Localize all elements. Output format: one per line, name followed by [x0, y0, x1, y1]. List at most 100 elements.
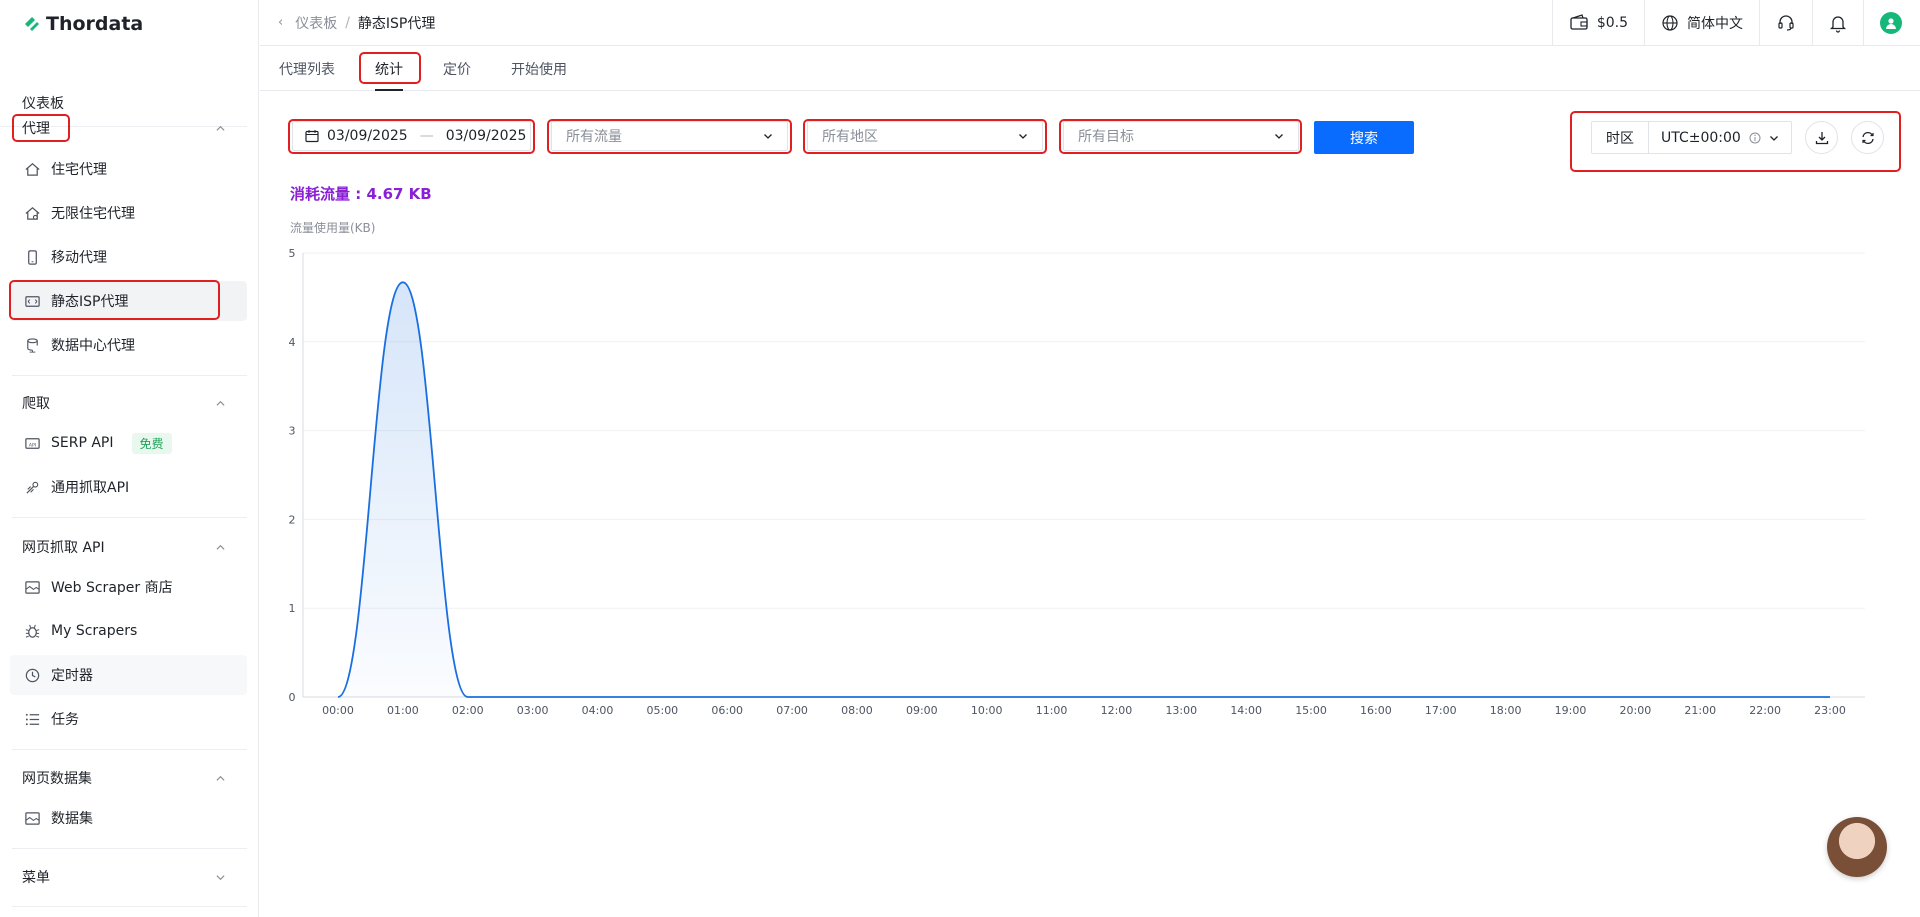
group-title: 爬取 — [22, 396, 50, 412]
divider — [12, 906, 247, 907]
language-label: 简体中文 — [1687, 16, 1743, 32]
x-tick-label: 20:00 — [1620, 704, 1652, 717]
chevron-down-icon — [1275, 134, 1283, 139]
api-icon: API — [25, 437, 40, 449]
target-select-placeholder: 所有目标 — [1078, 129, 1134, 145]
info-icon[interactable] — [1749, 132, 1761, 144]
x-tick-label: 14:00 — [1230, 704, 1262, 717]
x-tick-label: 05:00 — [646, 704, 678, 717]
date-range-picker[interactable]: 03/09/2025 — 03/09/2025 — [292, 121, 531, 151]
traffic-select-placeholder: 所有流量 — [566, 129, 622, 145]
sidebar-group-web-scraper[interactable]: 网页抓取 API — [0, 527, 247, 567]
sidebar-group-datasets[interactable]: 网页数据集 — [0, 758, 247, 798]
top-header: ‹ 仪表板 / 静态ISP代理 $0.5 简体中文 — [260, 0, 1920, 46]
group-title: 网页数据集 — [22, 771, 92, 787]
bell-icon — [1829, 16, 1847, 33]
sidebar-item-label: 数据集 — [51, 811, 93, 827]
x-tick-label: 01:00 — [387, 704, 419, 717]
x-tick-label: 12:00 — [1101, 704, 1133, 717]
breadcrumb-link-dashboard[interactable]: 仪表板 — [295, 13, 337, 33]
x-tick-label: 00:00 — [322, 704, 354, 717]
headset-icon — [1778, 15, 1794, 31]
user-icon — [1886, 18, 1896, 29]
refresh-button[interactable] — [1851, 121, 1884, 154]
sidebar-item-serp-api[interactable]: API SERP API 免费 — [10, 423, 247, 463]
breadcrumb-current: 静态ISP代理 — [357, 15, 436, 32]
date-separator: — — [419, 128, 434, 144]
x-tick-label: 15:00 — [1295, 704, 1327, 717]
wallet-icon — [1570, 14, 1588, 30]
sidebar-item-web-scraper-store[interactable]: Web Scraper 商店 — [10, 567, 247, 607]
y-tick-label: 5 — [289, 247, 296, 260]
isp-icon — [25, 295, 40, 307]
server-icon — [27, 337, 38, 353]
thordata-logo-icon — [25, 16, 39, 31]
support-button[interactable] — [1759, 0, 1812, 46]
x-tick-label: 03:00 — [517, 704, 549, 717]
back-chevron-icon[interactable]: ‹ — [278, 15, 283, 30]
x-tick-label: 07:00 — [776, 704, 808, 717]
date-end: 03/09/2025 — [445, 128, 527, 144]
sidebar-group-menu[interactable]: 菜单 — [0, 857, 247, 897]
sidebar-item-label: 住宅代理 — [51, 162, 107, 178]
header-actions: $0.5 简体中文 — [1551, 0, 1920, 46]
sidebar-item-residential-proxy[interactable]: 住宅代理 — [10, 149, 247, 189]
x-tick-label: 06:00 — [711, 704, 743, 717]
tab-pricing[interactable]: 定价 — [443, 47, 471, 91]
x-tick-label: 10:00 — [971, 704, 1003, 717]
sidebar-item-static-isp-proxy[interactable]: 静态ISP代理 — [10, 281, 247, 321]
list-icon — [25, 713, 40, 725]
series-line — [337, 281, 1830, 698]
sidebar-item-datacenter-proxy[interactable]: 数据中心代理 — [10, 325, 247, 365]
sidebar-item-tasks[interactable]: 任务 — [10, 699, 247, 739]
date-start: 03/09/2025 — [327, 128, 408, 144]
balance-button[interactable]: $0.5 — [1551, 0, 1644, 46]
x-tick-label: 16:00 — [1360, 704, 1392, 717]
sidebar-item-timer[interactable]: 定时器 — [10, 655, 247, 695]
tab-bar: 代理列表 统计 定价 开始使用 — [260, 47, 1920, 91]
language-selector[interactable]: 简体中文 — [1644, 0, 1759, 46]
globe-icon — [1662, 15, 1678, 31]
download-button[interactable] — [1805, 121, 1838, 154]
sidebar-item-my-scrapers[interactable]: My Scrapers — [10, 611, 247, 651]
y-tick-label: 4 — [289, 336, 296, 349]
brand-logo[interactable]: Thordata — [0, 0, 258, 47]
user-avatar-button[interactable] — [1863, 0, 1920, 46]
sidebar-item-dataset[interactable]: 数据集 — [10, 798, 247, 838]
timezone-select[interactable]: 时区 UTC±00:00 — [1591, 121, 1792, 154]
sidebar-item-label: 无限住宅代理 — [51, 206, 135, 222]
tab-statistics[interactable]: 统计 — [375, 47, 403, 91]
tab-proxy-list[interactable]: 代理列表 — [279, 47, 335, 91]
sidebar-item-mobile-proxy[interactable]: 移动代理 — [10, 237, 247, 277]
sidebar-item-label: 静态ISP代理 — [51, 294, 129, 310]
balance-value: $0.5 — [1596, 15, 1628, 31]
search-button[interactable]: 搜索 — [1314, 121, 1414, 154]
divider — [12, 375, 247, 376]
region-select[interactable]: 所有地区 — [807, 121, 1043, 151]
traffic-select[interactable]: 所有流量 — [551, 121, 788, 151]
sidebar-group-proxy[interactable]: 代理 — [0, 108, 247, 148]
sidebar-item-unlimited-residential[interactable]: 无限住宅代理 — [10, 193, 247, 233]
divider — [12, 848, 247, 849]
notifications-button[interactable] — [1812, 0, 1863, 46]
sidebar-item-general-scrape-api[interactable]: 通用抓取API — [10, 467, 247, 507]
home-infinity-icon — [25, 206, 40, 220]
image-box-icon — [25, 811, 40, 825]
breadcrumb-separator: / — [345, 14, 350, 31]
target-select[interactable]: 所有目标 — [1063, 121, 1299, 151]
sidebar-group-crawl[interactable]: 爬取 — [0, 383, 247, 423]
brand-name: Thordata — [46, 12, 144, 35]
sidebar-item-label: 任务 — [51, 712, 79, 728]
chevron-down-icon — [764, 134, 772, 139]
group-title: 网页抓取 API — [22, 540, 105, 556]
calendar-icon — [305, 130, 319, 143]
support-chat-avatar[interactable] — [1827, 817, 1887, 877]
x-tick-label: 22:00 — [1749, 704, 1781, 717]
tab-get-started[interactable]: 开始使用 — [511, 47, 567, 91]
image-box-icon — [25, 580, 40, 594]
chevron-down-icon — [1769, 135, 1778, 141]
download-icon — [1815, 131, 1828, 144]
chevron-up-icon — [216, 400, 225, 406]
chevron-down-icon — [216, 874, 225, 880]
chevron-down-icon — [1019, 134, 1027, 139]
